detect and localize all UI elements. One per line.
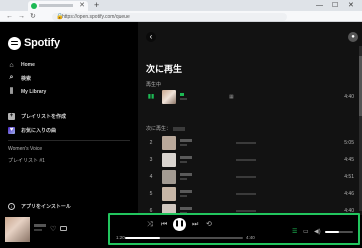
track-title bbox=[180, 93, 184, 96]
track-duration: 4:45 bbox=[344, 157, 354, 163]
install-app-button[interactable]: ↓ アプリをインストール bbox=[8, 203, 71, 210]
sidebar-playlist-item[interactable]: Women's Voice bbox=[8, 146, 42, 152]
spotify-logo-icon bbox=[8, 36, 21, 50]
new-tab-button[interactable]: + bbox=[94, 0, 99, 11]
context-name bbox=[173, 126, 186, 131]
minimize-button[interactable]: — bbox=[316, 0, 323, 11]
sidebar-item-label: Home bbox=[21, 62, 35, 68]
download-icon: ↓ bbox=[8, 203, 15, 210]
address-toolbar: ← → ↻ 🔒 https://open.spotify.com/queue bbox=[0, 11, 362, 27]
close-window-button[interactable]: ✕ bbox=[348, 0, 354, 11]
sidebar-item-library[interactable]: ⫼ My Library bbox=[8, 87, 46, 97]
now-playing-artist[interactable] bbox=[34, 229, 42, 231]
track-thumbnail bbox=[162, 90, 176, 104]
install-app-label: アプリをインストール bbox=[21, 204, 71, 210]
reload-icon[interactable]: ↻ bbox=[30, 11, 36, 22]
back-arrow-icon[interactable]: ← bbox=[6, 11, 13, 22]
next-up-label: 次に再生： bbox=[146, 125, 186, 132]
track-album bbox=[236, 193, 256, 195]
track-artist bbox=[180, 178, 187, 180]
url-text: https://open.spotify.com/queue bbox=[62, 14, 130, 20]
now-playing-cover[interactable] bbox=[5, 217, 30, 242]
track-duration: 4:46 bbox=[344, 191, 354, 197]
track-album bbox=[236, 210, 256, 212]
sidebar: Spotify ⌂ Home ⌕ 検索 ⫼ My Library + プレイリス… bbox=[0, 22, 138, 215]
forward-arrow-icon[interactable]: → bbox=[18, 11, 25, 22]
sidebar-playlist-item[interactable]: プレイリスト #1 bbox=[8, 157, 45, 164]
user-avatar[interactable]: ● bbox=[348, 32, 358, 42]
maximize-button[interactable]: ☐ bbox=[332, 0, 338, 11]
library-icon: ⫼ bbox=[9, 88, 14, 95]
track-album bbox=[236, 176, 256, 178]
url-field[interactable]: 🔒 https://open.spotify.com/queue bbox=[52, 13, 287, 21]
now-playing-title[interactable] bbox=[34, 224, 46, 227]
track-title bbox=[180, 156, 192, 159]
track-title bbox=[180, 139, 192, 142]
track-thumbnail bbox=[162, 136, 176, 150]
queue-row[interactable]: 5 4:46 bbox=[146, 186, 358, 202]
track-index: 4 bbox=[149, 174, 153, 180]
now-playing-label: 再生中 bbox=[146, 82, 162, 88]
sidebar-divider bbox=[8, 140, 130, 141]
sidebar-item-label: My Library bbox=[21, 89, 47, 95]
sidebar-item-home[interactable]: ⌂ Home bbox=[8, 60, 35, 70]
track-duration: 4:51 bbox=[344, 174, 354, 180]
browser-tab-bar: ✕ + — ☐ ✕ bbox=[0, 0, 362, 11]
spotify-logo[interactable]: Spotify bbox=[8, 36, 60, 50]
back-chevron-icon[interactable]: ‹ bbox=[146, 32, 156, 42]
close-tab-icon[interactable]: ✕ bbox=[79, 1, 85, 11]
track-title bbox=[180, 173, 192, 176]
equalizer-icon: ▮▮ bbox=[147, 94, 155, 100]
track-thumbnail bbox=[162, 170, 176, 184]
spotify-app: Spotify ⌂ Home ⌕ 検索 ⫼ My Library + プレイリス… bbox=[0, 22, 362, 215]
album-icon: ▦ bbox=[229, 94, 234, 100]
search-icon: ⌕ bbox=[9, 74, 14, 81]
track-artist bbox=[180, 195, 187, 197]
queue-row[interactable]: 2 5:05 bbox=[146, 135, 358, 151]
track-artist bbox=[180, 161, 187, 163]
queue-panel: ‹ ● 次に再生 再生中 ▮▮ ▦ 4:40 次に再生： 2 5:05 3 4:… bbox=[138, 22, 362, 215]
tab-title bbox=[39, 4, 73, 7]
picture-in-picture-icon[interactable] bbox=[60, 226, 67, 231]
track-artist bbox=[180, 98, 187, 100]
track-index: 2 bbox=[149, 140, 153, 146]
track-title bbox=[180, 207, 192, 210]
track-artist bbox=[180, 144, 187, 146]
track-thumbnail bbox=[162, 153, 176, 167]
track-album bbox=[236, 159, 256, 161]
track-title bbox=[180, 190, 192, 193]
queue-row[interactable]: 4 4:51 bbox=[146, 169, 358, 185]
spotify-favicon-icon bbox=[31, 3, 37, 9]
heart-icon: ♥ bbox=[8, 126, 15, 134]
create-playlist-button[interactable]: + プレイリストを作成 bbox=[8, 111, 66, 121]
brand-name: Spotify bbox=[24, 37, 60, 49]
liked-songs-label: お気に入りの曲 bbox=[21, 127, 57, 134]
sidebar-item-search[interactable]: ⌕ 検索 bbox=[8, 73, 31, 83]
create-playlist-label: プレイリストを作成 bbox=[21, 113, 67, 120]
track-index: 5 bbox=[149, 191, 153, 197]
plus-icon: + bbox=[8, 112, 15, 120]
queue-row[interactable]: 3 4:45 bbox=[146, 152, 358, 168]
sidebar-item-label: 検索 bbox=[21, 75, 32, 82]
track-album bbox=[236, 142, 256, 144]
player-controls-highlight bbox=[108, 213, 360, 245]
browser-tab[interactable]: ✕ bbox=[28, 1, 88, 11]
now-playing-row[interactable]: ▮▮ ▦ 4:40 bbox=[146, 89, 358, 105]
home-icon: ⌂ bbox=[9, 61, 14, 69]
track-duration: 4:40 bbox=[344, 94, 354, 100]
browser-toolbar-icons bbox=[293, 14, 355, 27]
page-title: 次に再生 bbox=[146, 64, 183, 74]
track-duration: 5:05 bbox=[344, 140, 354, 146]
track-thumbnail bbox=[162, 187, 176, 201]
track-index: 3 bbox=[149, 157, 153, 163]
liked-songs-button[interactable]: ♥ お気に入りの曲 bbox=[8, 125, 56, 135]
heart-icon[interactable]: ♡ bbox=[50, 225, 56, 233]
